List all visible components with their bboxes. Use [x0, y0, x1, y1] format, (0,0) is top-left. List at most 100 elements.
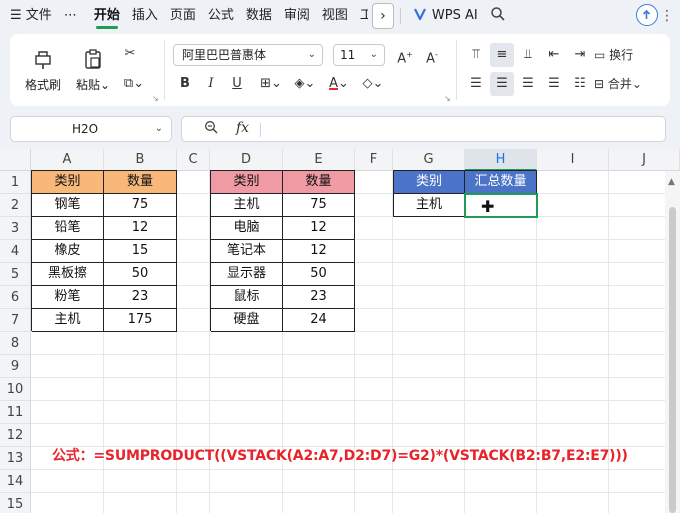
table1-cell[interactable]: 粉笔: [32, 286, 104, 309]
column-header-a[interactable]: A: [31, 149, 104, 171]
table2-cell[interactable]: 鼠标: [211, 286, 283, 309]
row-header-12[interactable]: 12: [0, 424, 31, 447]
scrollbar-thumb[interactable]: [669, 207, 676, 513]
zoom-search-icon[interactable]: [204, 120, 219, 139]
tab-data[interactable]: 数据: [240, 0, 278, 32]
row-header-4[interactable]: 4: [0, 240, 31, 263]
row-header-11[interactable]: 11: [0, 401, 31, 424]
table2-cell[interactable]: 24: [283, 309, 355, 332]
decrease-font-size-icon[interactable]: A-: [420, 43, 444, 67]
align-left-icon[interactable]: ☰: [464, 72, 488, 96]
align-center-icon[interactable]: ☰: [490, 72, 514, 96]
table2-cell[interactable]: 硬盘: [211, 309, 283, 332]
underline-button[interactable]: U: [225, 72, 249, 96]
column-header-b[interactable]: B: [104, 149, 177, 171]
justify-icon[interactable]: ☰: [542, 72, 566, 96]
main-menu-button[interactable]: ☰ 文件: [0, 0, 54, 32]
tab-page[interactable]: 页面: [164, 0, 202, 32]
table3-header-category[interactable]: 类别: [394, 171, 465, 194]
increase-font-size-icon[interactable]: A+: [393, 43, 417, 67]
decrease-indent-icon[interactable]: ⇤: [542, 43, 566, 67]
row-header-8[interactable]: 8: [0, 332, 31, 355]
table1-cell[interactable]: 50: [104, 263, 177, 286]
font-family-select[interactable]: 阿里巴巴普惠体 ⌄: [173, 44, 323, 66]
italic-button[interactable]: I: [199, 72, 223, 96]
search-icon[interactable]: [484, 0, 512, 32]
clear-format-icon[interactable]: ◇⌄: [358, 72, 388, 96]
column-header-f[interactable]: F: [355, 149, 393, 171]
row-header-6[interactable]: 6: [0, 286, 31, 309]
table2-cell[interactable]: 75: [283, 194, 355, 217]
table1-cell[interactable]: 钢笔: [32, 194, 104, 217]
align-right-icon[interactable]: ☰: [516, 72, 540, 96]
font-group-expander-icon[interactable]: ↘: [444, 94, 451, 103]
fill-color-icon[interactable]: ◈⌄: [290, 72, 320, 96]
table1-cell[interactable]: 75: [104, 194, 177, 217]
column-header-g[interactable]: G: [393, 149, 465, 171]
column-header-j[interactable]: J: [609, 149, 680, 171]
tabs-scroll-right-button[interactable]: ›: [371, 3, 394, 29]
row-header-15[interactable]: 15: [0, 493, 31, 513]
column-header-e[interactable]: E: [283, 149, 355, 171]
column-header-i[interactable]: I: [537, 149, 609, 171]
table2-cell[interactable]: 显示器: [211, 263, 283, 286]
tab-review[interactable]: 审阅: [278, 0, 316, 32]
table1-cell[interactable]: 铅笔: [32, 217, 104, 240]
table1-cell[interactable]: 15: [104, 240, 177, 263]
table2-header-category[interactable]: 类别: [211, 171, 283, 194]
row-header-13[interactable]: 13: [0, 447, 31, 470]
clipboard-group-expander-icon[interactable]: ↘: [152, 94, 159, 103]
name-box[interactable]: H2O ⌄: [10, 116, 172, 142]
table2-cell[interactable]: 50: [283, 263, 355, 286]
spreadsheet-grid[interactable]: A B C D E F G H I J 1 2 3 4 5 6 7 8 9 10…: [0, 149, 680, 513]
font-color-icon[interactable]: A⌄: [324, 72, 354, 96]
tab-view[interactable]: 视图: [316, 0, 354, 32]
table1-cell[interactable]: 175: [104, 309, 177, 332]
row-header-1[interactable]: 1: [0, 171, 31, 194]
bold-button[interactable]: B: [173, 72, 197, 96]
column-header-d[interactable]: D: [210, 149, 283, 171]
table2-cell[interactable]: 12: [283, 217, 355, 240]
wrap-text-button[interactable]: ▭ 换行: [594, 43, 654, 67]
row-header-14[interactable]: 14: [0, 470, 31, 493]
format-painter-button[interactable]: 格式刷: [22, 38, 64, 102]
borders-icon[interactable]: ⊞⌄: [256, 72, 286, 96]
font-size-select[interactable]: 11 ⌄: [333, 44, 385, 66]
row-header-7[interactable]: 7: [0, 309, 31, 332]
table1-cell[interactable]: 23: [104, 286, 177, 309]
row-header-3[interactable]: 3: [0, 217, 31, 240]
table2-cell[interactable]: 笔记本: [211, 240, 283, 263]
row-header-9[interactable]: 9: [0, 355, 31, 378]
scroll-up-icon[interactable]: ▲: [668, 177, 675, 187]
table1-cell[interactable]: 黑板擦: [32, 263, 104, 286]
table2-cell[interactable]: 23: [283, 286, 355, 309]
select-all-corner[interactable]: [0, 149, 31, 171]
distributed-align-icon[interactable]: ☷: [568, 72, 592, 96]
more-menu-button[interactable]: ⋯: [54, 0, 88, 32]
table2-cell[interactable]: 电脑: [211, 217, 283, 240]
table2-cell[interactable]: 主机: [211, 194, 283, 217]
column-header-c[interactable]: C: [177, 149, 210, 171]
row-header-10[interactable]: 10: [0, 378, 31, 401]
align-top-icon[interactable]: ⫪: [464, 43, 488, 67]
more-vertical-icon[interactable]: ⋮: [660, 0, 674, 32]
paste-button[interactable]: 粘贴⌄: [72, 38, 114, 102]
align-middle-icon[interactable]: ≡: [490, 43, 514, 67]
align-bottom-icon[interactable]: ⫫: [516, 43, 540, 67]
table3-header-total-quantity[interactable]: 汇总数量: [465, 171, 537, 194]
table1-cell[interactable]: 橡皮: [32, 240, 104, 263]
table1-header-category[interactable]: 类别: [32, 171, 104, 194]
table1-cell[interactable]: 主机: [32, 309, 104, 332]
tab-tools[interactable]: 工: [354, 0, 368, 32]
tab-formulas[interactable]: 公式: [202, 0, 240, 32]
column-header-h[interactable]: H: [465, 149, 537, 171]
table1-cell[interactable]: 12: [104, 217, 177, 240]
tab-home[interactable]: 开始: [88, 0, 126, 32]
increase-indent-icon[interactable]: ⇥: [568, 43, 592, 67]
table2-header-quantity[interactable]: 数量: [283, 171, 355, 194]
table3-cell-category[interactable]: 主机: [394, 194, 465, 217]
merge-cells-button[interactable]: ⊟ 合并⌄: [594, 72, 664, 96]
cloud-sync-icon[interactable]: [636, 4, 658, 26]
vertical-scrollbar[interactable]: ▲: [665, 171, 680, 513]
wps-ai-button[interactable]: WPS AI: [407, 0, 484, 32]
